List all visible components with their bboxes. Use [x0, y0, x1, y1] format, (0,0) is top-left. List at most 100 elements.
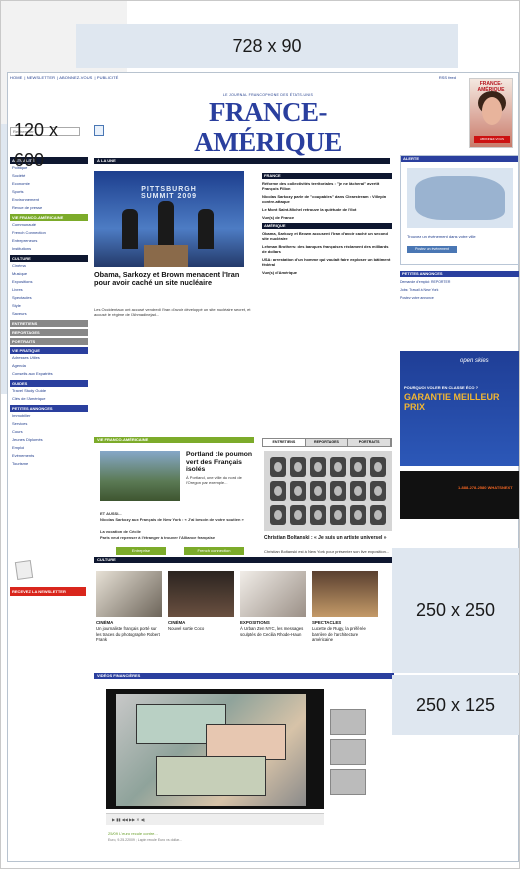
nav-item[interactable]: Cinéma [10, 262, 88, 270]
nav-item[interactable]: Communauté [10, 221, 88, 229]
vfa-link[interactable]: Nicolas Sarkozy aux Français de New York… [100, 517, 250, 522]
news-link[interactable]: Nicolas Sarkozy parle de "coupables" dan… [262, 194, 392, 204]
subscribe-button[interactable]: ABONNEZ-VOUS [474, 136, 510, 143]
nav-item[interactable]: Travel Study Guide [10, 387, 88, 395]
half-banner-ad-placeholder[interactable]: 250 x 125 [392, 675, 519, 735]
culture-photo[interactable] [168, 571, 234, 617]
nav-section-header[interactable]: REPORTAGES [10, 329, 88, 336]
tv-artwork[interactable] [264, 451, 392, 531]
nav-section-header[interactable]: GUIDES [10, 380, 88, 387]
newsletter-icon [14, 559, 34, 581]
alert-text[interactable]: Trouvez un événement dans votre ville [407, 234, 513, 239]
tab-reportages[interactable]: REPORTAGES [305, 439, 349, 446]
nav-item[interactable]: Saveurs [10, 310, 88, 318]
tv-set [290, 457, 306, 477]
classified-link[interactable]: Postez votre annonce [400, 296, 519, 301]
top-nav: HOME | NEWSLETTER | ABONNEZ-VOUS | PUBLICIT… [10, 75, 119, 80]
culture-link[interactable]: Nouvel sortie Coco [168, 626, 234, 632]
entreprise-button[interactable]: Entreprise [116, 547, 166, 555]
nav-item[interactable]: Tourisme [10, 460, 88, 468]
nav-item[interactable]: Clés de l'Amérique [10, 395, 88, 403]
nav-section-header[interactable]: PETITES ANNONCES [10, 405, 88, 412]
nav-item[interactable]: Livres [10, 286, 88, 294]
nav-section-header[interactable]: CULTURE [10, 255, 88, 262]
nav-item[interactable]: Jeunes Diplomés [10, 436, 88, 444]
news-link[interactable]: Le Mont Saint-Michel retrouve la quiétud… [262, 207, 392, 212]
interview-headline[interactable]: Christian Boltanski : « Je suis un artis… [264, 535, 392, 541]
nav-item[interactable]: Adresses Utiles [10, 354, 88, 362]
nav-item[interactable]: Emploi [10, 444, 88, 452]
nav-item[interactable]: Immobilier [10, 412, 88, 420]
nav-subscribe[interactable]: ABONNEZ-VOUS [59, 75, 92, 80]
nav-section-header[interactable]: PORTRAITS [10, 338, 88, 345]
culture-photo[interactable] [96, 571, 162, 617]
french-connection-button[interactable]: French connection [184, 547, 244, 555]
nav-item[interactable]: Conseils aux Expatriés [10, 370, 88, 378]
video-controls[interactable]: ▶ ▮▮ ◀◀ ▶▶ ✕ ◀) [106, 813, 324, 825]
nav-item[interactable]: Evènements [10, 452, 88, 460]
nav-ads[interactable]: PUBLICITÉ [97, 75, 119, 80]
tab-portraits[interactable]: PORTRAITS [348, 439, 392, 446]
nav-item[interactable]: Cours [10, 428, 88, 436]
classified-link[interactable]: Demande d'emploi: REPORTER [400, 280, 519, 285]
nav-item[interactable]: Sports [10, 188, 88, 196]
news-link[interactable]: USA: arrestation d'un homme qui voulait … [262, 257, 392, 267]
culture-photo[interactable] [312, 571, 378, 617]
culture-link[interactable]: Lucette de Rugy, la préférée barrière de… [312, 626, 378, 643]
news-link[interactable]: Vue(s) d'Amérique [262, 270, 392, 275]
openskies-slogan: GARANTIE MEILLEUR PRIX [404, 392, 500, 412]
nav-item[interactable]: Style [10, 302, 88, 310]
classified-link[interactable]: Jobs: Travail à New York [400, 288, 519, 293]
nav-item[interactable]: Environnement [10, 196, 88, 204]
culture-link[interactable]: Un journaliste français porté sur les tr… [96, 626, 162, 643]
news-link[interactable]: Vue(s) de France [262, 215, 392, 220]
event-alert-box: ALERTE Trouvez un événement dans votre v… [400, 155, 519, 265]
video-thumbnail[interactable] [330, 769, 366, 795]
nav-section-header[interactable]: VIE PRATIQUE [10, 347, 88, 354]
nav-item[interactable]: Entrepreneurs [10, 237, 88, 245]
nav-item[interactable]: Revue de presse [10, 204, 88, 212]
nav-item[interactable]: Expositions [10, 278, 88, 286]
usa-map[interactable] [407, 168, 513, 228]
nav-item[interactable]: Spectacles [10, 294, 88, 302]
nav-item[interactable]: Musique [10, 270, 88, 278]
video-player[interactable] [106, 689, 324, 809]
video-thumbnail[interactable] [330, 709, 366, 735]
culture-link[interactable]: À Urban Zen NYC, les messages sculptés d… [240, 626, 306, 637]
nav-section-header[interactable]: VIE FRANCO-AMÉRICAINE [10, 214, 88, 221]
magazine-cover[interactable]: FRANCE-AMÉRIQUE ABONNEZ-VOUS [469, 78, 513, 148]
nav-item[interactable]: Services [10, 420, 88, 428]
leaderboard-ad-placeholder[interactable]: 728 x 90 [76, 24, 458, 68]
video-caption[interactable]: 25/09 L'euro recule contre... [108, 831, 158, 836]
rss-link[interactable]: RSS feed [439, 75, 456, 80]
main-photo[interactable]: PITTSBURGH SUMMIT 2009 [94, 171, 244, 267]
portland-photo[interactable] [100, 451, 180, 501]
vfa-link[interactable]: Paris veut repenser à l'étranger à trouv… [100, 535, 250, 540]
interview-summary: Christian Boltanski est à New York pour … [264, 549, 390, 554]
news-link[interactable]: Lehman Brothers: des banques françaises … [262, 244, 392, 254]
vfa-link[interactable]: La vocation de Cécile [100, 529, 250, 534]
site-logo[interactable]: LE JOURNAL FRANCOPHONE DES ÉTATS-UNIS FR… [158, 93, 378, 162]
news-link[interactable]: Réforme des collectivités territoriales … [262, 181, 392, 191]
nav-item[interactable]: Agenda [10, 362, 88, 370]
portland-headline[interactable]: Portland :le poumon vert des Français is… [186, 451, 256, 474]
square-ad-placeholder[interactable]: 250 x 250 [392, 548, 519, 673]
tv-set [270, 505, 286, 525]
nav-item[interactable]: Institutions [10, 245, 88, 253]
phone-ad[interactable]: 1-888-278-2580 WHATSNEXT [400, 471, 519, 519]
post-event-button[interactable]: Postez un événement [407, 246, 457, 253]
main-headline[interactable]: Obama, Sarkozy et Brown menacent l'Iran … [94, 270, 254, 288]
nav-section-header[interactable]: ENTRETIENS [10, 320, 88, 327]
document-icon[interactable] [94, 125, 104, 136]
nav-item[interactable]: French Connection [10, 229, 88, 237]
nav-newsletter[interactable]: NEWSLETTER [27, 75, 55, 80]
ad-size-label: 728 x 90 [232, 35, 302, 56]
news-link[interactable]: Obama, Sarkozy et Brown accusent l'Iran … [262, 231, 392, 241]
newsletter-button[interactable]: RECEVEZ LA NEWSLETTER [10, 587, 86, 596]
nav-item[interactable]: Economie [10, 180, 88, 188]
openskies-ad[interactable]: open skies POURQUOI VOLER EN CLASSE ÉCO … [400, 351, 519, 466]
nav-home[interactable]: HOME [10, 75, 22, 80]
tab-entretiens[interactable]: ENTRETIENS [263, 439, 306, 446]
video-thumbnail[interactable] [330, 739, 366, 765]
culture-photo[interactable] [240, 571, 306, 617]
